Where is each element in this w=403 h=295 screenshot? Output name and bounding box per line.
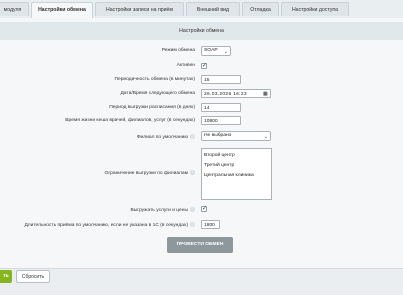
tab-appointment-settings[interactable]: Настройки записи на приём — [95, 2, 184, 16]
next-exchange-input[interactable]: 26.03.2026 16:23 ▦ — [201, 89, 271, 98]
section-title: Настройки обмена — [0, 22, 403, 40]
chevron-down-icon: ⌄ — [223, 49, 228, 55]
export-services-checkbox[interactable] — [201, 205, 207, 212]
next-exchange-label: Дата/Время следующего обмена — [120, 91, 196, 96]
list-item[interactable]: Третий центр — [204, 161, 269, 171]
help-icon[interactable]: ? — [190, 134, 195, 139]
default-branch-value: Не выбрано — [204, 133, 232, 138]
help-icon[interactable]: ? — [190, 222, 195, 227]
active-checkbox[interactable] — [201, 62, 207, 69]
default-duration-input[interactable]: 1800 — [201, 220, 220, 229]
default-duration-label: Длительность приёма по умолчанию, если н… — [24, 222, 195, 228]
list-item[interactable]: Центральная клиника — [204, 171, 269, 181]
tab-module[interactable]: модуля — [0, 2, 29, 16]
tab-bar: модуля Настройки обмена Настройки записи… — [0, 0, 403, 19]
exchange-mode-select[interactable]: SOAP ⌄ — [201, 46, 231, 56]
tab-access-settings[interactable]: Настройки доступа — [281, 2, 349, 16]
schedule-period-input[interactable]: 14 — [201, 103, 241, 112]
list-item[interactable]: Второй центр — [204, 151, 269, 161]
cache-ttl-input[interactable]: 10800 — [201, 116, 241, 125]
reset-button[interactable]: Сбросить — [16, 270, 50, 283]
schedule-period-label: Период выгрузки расписания (в днях) — [109, 105, 195, 110]
active-label: Активен — [176, 63, 195, 68]
branch-limit-label: Ограничение выгрузки по филиалам? — [105, 170, 195, 176]
exchange-mode-label: Режим обмена — [161, 48, 195, 53]
exchange-period-label: Периодичность обмена (в минутах) — [114, 77, 195, 82]
cache-ttl-label: Время жизни кеша врачей, филиалов, услуг… — [65, 118, 195, 123]
tab-appearance[interactable]: Внешний вид — [186, 2, 240, 16]
default-branch-select[interactable]: Не выбрано ⌄ — [201, 131, 271, 141]
footer-bar — [0, 268, 403, 295]
run-exchange-button[interactable]: ПРОВЕСТИ ОБМЕН — [167, 237, 233, 253]
chevron-down-icon: ⌄ — [263, 134, 268, 140]
branch-limit-listbox[interactable]: Второй центр Третий центр Центральная кл… — [201, 148, 272, 200]
default-duration-label-text: Длительность приёма по умолчанию, если н… — [24, 222, 188, 228]
calendar-icon[interactable]: ▦ — [263, 90, 268, 99]
export-services-label: Выгружать услуги и цены? — [130, 207, 195, 213]
default-branch-label: Филиал по умолчанию? — [137, 134, 195, 140]
exchange-period-input[interactable]: 15 — [201, 75, 241, 84]
branch-limit-label-text: Ограничение выгрузки по филиалам — [104, 170, 188, 176]
exchange-mode-value: SOAP — [204, 48, 218, 53]
help-icon[interactable]: ? — [190, 207, 195, 212]
default-branch-label-text: Филиал по умолчанию — [136, 134, 188, 140]
export-services-label-text: Выгружать услуги и цены — [130, 207, 188, 213]
tab-debug[interactable]: Отладка — [242, 2, 279, 16]
next-exchange-value: 26.03.2026 16:23 — [204, 92, 247, 97]
help-icon[interactable]: ? — [190, 170, 195, 175]
save-button[interactable]: ть — [0, 270, 12, 283]
tab-exchange-settings[interactable]: Настройки обмена — [31, 2, 93, 18]
